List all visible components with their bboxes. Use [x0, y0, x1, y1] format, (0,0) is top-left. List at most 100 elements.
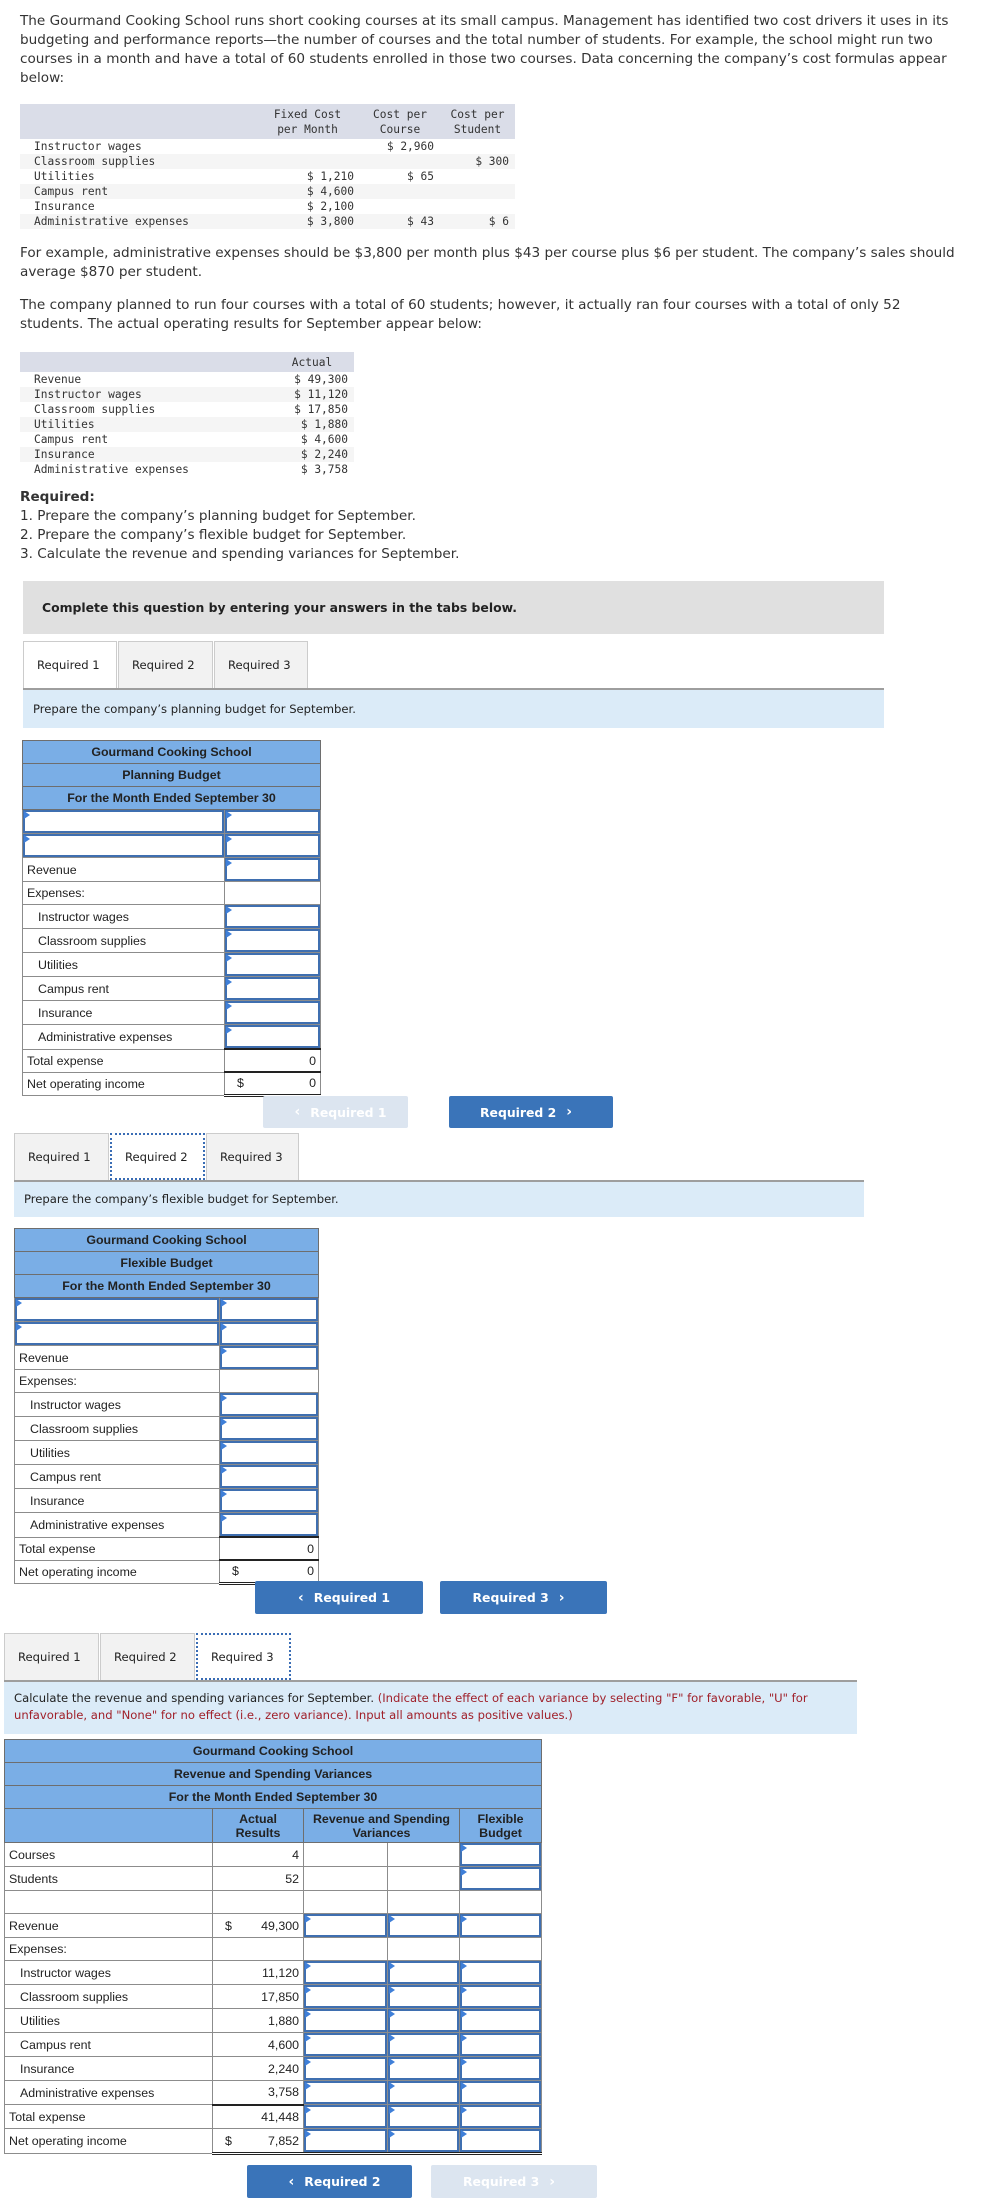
noi-variance-input[interactable] [304, 2129, 387, 2152]
actual-row: Campus rent $ 4,600 [34, 433, 348, 446]
activity-value-input-1[interactable] [225, 810, 321, 833]
prev-required-1-button[interactable]: ‹ Required 1 [263, 1096, 408, 1128]
actual-row: Classroom supplies $ 17,850 [34, 403, 348, 416]
expense-row: Insurance 2,240 [4, 2056, 543, 2081]
insurance-input[interactable] [220, 1489, 319, 1512]
effect-select[interactable] [388, 2081, 459, 2104]
activity-value-input-1[interactable] [220, 1298, 319, 1321]
classroom-supplies-input[interactable] [225, 929, 321, 952]
total-variance-input[interactable] [304, 2105, 387, 2128]
tab-required-1[interactable]: Required 1 [4, 1633, 99, 1680]
next-required-2-button[interactable]: Required 2 › [449, 1096, 613, 1128]
effect-select[interactable] [388, 1985, 459, 2008]
noi-flexible-input[interactable] [460, 2129, 542, 2152]
variance-input[interactable] [304, 2009, 387, 2032]
classroom-supplies-input[interactable] [220, 1417, 319, 1440]
revenue-variance-input[interactable] [304, 1914, 387, 1937]
effect-select[interactable] [388, 2009, 459, 2032]
prev-required-2-button[interactable]: ‹ Required 2 [247, 2165, 412, 2198]
req1-instruction: Prepare the company’s planning budget fo… [23, 690, 884, 728]
expense-row: Campus rent 4,600 [4, 2032, 543, 2057]
effect-select[interactable] [388, 2033, 459, 2056]
required-block: Required: 1. Prepare the company’s plann… [20, 488, 960, 564]
effect-select[interactable] [388, 1961, 459, 1984]
activity-label-input-2[interactable] [23, 834, 224, 857]
total-effect-select[interactable] [388, 2105, 459, 2128]
next-required-3-button[interactable]: Required 3 › [431, 2165, 597, 2198]
noi-label: Net operating income [14, 1559, 220, 1584]
activity-value-input-2[interactable] [220, 1322, 319, 1345]
variance-input[interactable] [304, 2033, 387, 2056]
flexible-input[interactable] [460, 1985, 542, 2008]
effect-select[interactable] [388, 2057, 459, 2080]
prev-required-1-button[interactable]: ‹ Required 1 [255, 1581, 423, 1614]
tab-required-3[interactable]: Required 3 [206, 1133, 299, 1180]
variance-input[interactable] [304, 1985, 387, 2008]
variance-input[interactable] [304, 2081, 387, 2104]
courses-label: Courses [4, 1842, 213, 1867]
insurance-input[interactable] [225, 1001, 321, 1024]
instructor-wages-input[interactable] [225, 905, 321, 928]
flexible-input[interactable] [460, 2057, 542, 2080]
chevron-left-icon: ‹ [298, 1589, 304, 1606]
activity-label-input-1[interactable] [23, 810, 224, 833]
noi-label: Net operating income [22, 1071, 225, 1096]
next-required-3-button[interactable]: Required 3 › [440, 1581, 607, 1614]
flexible-input[interactable] [460, 1961, 542, 1984]
activity-label-input-1[interactable] [15, 1298, 219, 1321]
flexible-input[interactable] [460, 2033, 542, 2056]
tab-bar: Required 1 Required 2 Required 3 [14, 1133, 864, 1180]
revenue-flexible-input[interactable] [460, 1914, 542, 1937]
flexible-input[interactable] [460, 2081, 542, 2104]
tab-required-2[interactable]: Required 2 [100, 1633, 195, 1680]
required-item-2: 2. Prepare the company’s flexible budget… [20, 527, 407, 543]
tab-required-2[interactable]: Required 2 [110, 1133, 205, 1180]
courses-flexible-input[interactable] [460, 1843, 542, 1866]
col-variances: Revenue and Spending Variances [303, 1808, 460, 1843]
expense-label: Classroom supplies [14, 1416, 220, 1441]
tab-required-3[interactable]: Required 3 [196, 1633, 291, 1680]
students-flexible-input[interactable] [460, 1867, 542, 1890]
req3-tab-panel: Required 1 Required 2 Required 3 Calcula… [4, 1633, 857, 1734]
noi-effect-select[interactable] [388, 2129, 459, 2152]
tab-required-1[interactable]: Required 1 [14, 1133, 109, 1180]
tab-required-3[interactable]: Required 3 [214, 641, 308, 688]
total-expense-value: 0 [218, 1536, 320, 1561]
expense-label: Utilities [22, 952, 225, 977]
administrative-expenses-input[interactable] [220, 1513, 319, 1536]
total-expense-label: Total expense [4, 2104, 213, 2129]
activity-label-cell [22, 833, 225, 858]
chevron-right-icon: › [558, 1589, 565, 1606]
activity-label-cell [22, 809, 225, 834]
noi-value: 0 [309, 1076, 317, 1091]
total-flexible-input[interactable] [460, 2105, 542, 2128]
col-actual: Actual [270, 352, 354, 372]
tab-required-2[interactable]: Required 2 [118, 641, 213, 688]
utilities-input[interactable] [225, 953, 321, 976]
revenue-input[interactable] [220, 1346, 319, 1369]
table-period: For the Month Ended September 30 [21, 786, 322, 810]
utilities-input[interactable] [220, 1441, 319, 1464]
expense-row: Utilities 1,880 [4, 2008, 543, 2033]
instructor-wages-input[interactable] [220, 1393, 319, 1416]
variance-input[interactable] [304, 2057, 387, 2080]
noi-value-cell: $0 [223, 1071, 322, 1097]
revenue-label: Revenue [14, 1345, 220, 1370]
revenue-effect-select[interactable] [388, 1914, 459, 1937]
noi-label: Net operating income [4, 2128, 213, 2154]
expenses-label: Expenses: [4, 1937, 213, 1961]
req3-instruction: Calculate the revenue and spending varia… [4, 1682, 857, 1734]
activity-value-input-2[interactable] [225, 834, 321, 857]
variance-input[interactable] [304, 1961, 387, 1984]
administrative-expenses-input[interactable] [225, 1025, 321, 1048]
campus-rent-input[interactable] [220, 1465, 319, 1488]
tab-required-1[interactable]: Required 1 [23, 641, 117, 688]
revenue-input[interactable] [225, 858, 321, 881]
flexible-input[interactable] [460, 2009, 542, 2032]
cost-row: Instructor wages $ 2,960 [34, 140, 434, 153]
campus-rent-input[interactable] [225, 977, 321, 1000]
flexible-budget-table: Gourmand Cooking School Flexible Budget … [13, 1228, 320, 1585]
total-expense-label: Total expense [14, 1536, 220, 1561]
cost-formula-table: Fixed Cost per Month Cost per Course Cost … [20, 104, 515, 229]
activity-label-input-2[interactable] [15, 1322, 219, 1345]
